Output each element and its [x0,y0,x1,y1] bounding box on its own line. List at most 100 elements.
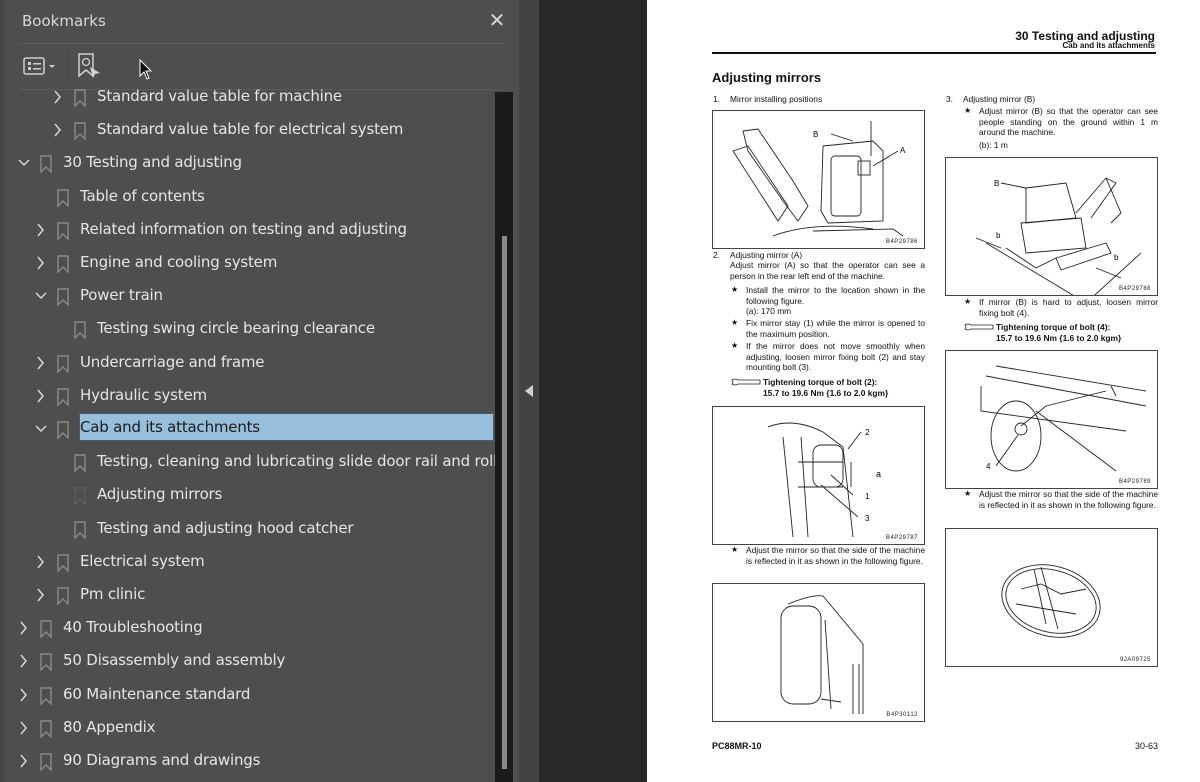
bookmark-label: Standard value table for machine [97,87,342,105]
note-value: (a): 170 mm [746,306,792,316]
options-menu-button[interactable] [22,54,60,78]
bookmark-item[interactable]: Standard value table for electrical syst… [4,114,496,147]
bookmark-item[interactable]: 30 Testing and adjusting [4,147,496,180]
bookmark-item[interactable]: Testing, cleaning and lubricating slide … [4,446,496,479]
figure-label-b: B [813,130,818,139]
chevron-right-icon[interactable] [35,588,47,602]
find-current-bookmark-icon [78,53,100,78]
bookmark-label: Testing swing circle bearing clearance [97,319,375,338]
torque-label: Tightening torque of bolt (4): [996,322,1111,332]
figure-label-2: 2 [865,428,870,437]
bookmark-item[interactable]: 80 Appendix [4,712,496,745]
divider [20,43,506,44]
bookmark-item[interactable]: Testing swing circle bearing clearance [4,313,496,346]
bookmark-label: Engine and cooling system [80,253,278,271]
bookmark-label: 30 Testing and adjusting [63,153,242,172]
note-text: If mirror (B) is hard to adjust, loosen … [979,297,1158,318]
round-mirror-reflection-illustration [1001,564,1101,638]
page-title: Adjusting mirrors [712,70,822,85]
chevron-right-icon[interactable] [35,223,47,237]
figure-code: B4P29788 [1118,286,1151,292]
footer-page-number: 30-63 [1134,741,1158,751]
bookmark-item[interactable]: Table of contents [4,181,496,214]
bookmark-item[interactable]: Electrical system [4,546,496,579]
chevron-right-icon[interactable] [35,555,47,569]
chevron-right-icon[interactable] [18,654,30,668]
bookmarks-panel: Bookmarks ✕ Standard value table for mac… [0,0,520,782]
bookmark-item[interactable]: Undercarriage and frame [4,347,496,380]
chevron-down-icon[interactable] [35,422,47,436]
mouse-cursor-icon [139,59,153,80]
bookmark-item[interactable]: 40 Troubleshooting [4,612,496,645]
chevron-right-icon[interactable] [52,123,64,137]
bookmark-label: Power train [80,286,163,305]
page-header-subtitle: Cab and its attachments [1062,41,1155,50]
bookmark-item[interactable]: Adjusting mirrors [4,479,496,512]
collapse-left-icon[interactable] [525,385,533,397]
bookmark-icon [57,421,69,439]
bookmark-icon [74,520,86,539]
step-heading: Adjusting mirror (A) [730,250,803,260]
figure-label-b-dim: b [1114,253,1119,262]
star-bullet-icon: ★ [964,297,972,306]
bookmark-item[interactable]: Engine and cooling system [4,247,496,280]
star-bullet-icon: ★ [964,489,972,498]
figure-mirror-a: 2 a 1 3 B4P29787 [712,406,925,545]
bookmark-label: Electrical system [80,551,205,570]
bookmark-label: Standard value table for electrical syst… [97,120,404,139]
bookmark-item[interactable]: Pm clinic [4,579,496,612]
bookmark-item[interactable]: 50 Disassembly and assembly [4,645,496,678]
step-intro: Adjust mirror (A) so that the operator c… [730,260,925,281]
torque-label: Tightening torque of bolt (2): [763,377,878,387]
chevron-right-icon[interactable] [18,621,30,635]
document-viewer-background [539,0,647,782]
chevron-right-icon[interactable] [18,721,30,735]
bookmark-icon [57,354,69,373]
bookmark-item[interactable]: Power train [4,280,496,313]
bookmark-item[interactable]: Hydraulic system [4,380,496,413]
panel-title: Bookmarks [22,12,106,30]
figure-label-3: 3 [865,514,870,523]
bookmark-item[interactable]: 90 Diagrams and drawings [4,745,496,778]
chevron-right-icon[interactable] [35,356,47,370]
bookmark-label: 90 Diagrams and drawings [63,751,261,769]
find-current-bookmark-button[interactable] [76,52,102,80]
figure-mirror-positions: B A B4P29786 [712,110,925,249]
step-heading: Mirror installing positions [730,94,823,104]
close-panel-button[interactable]: ✕ [484,8,510,34]
toolbar-separator [67,50,68,80]
step-number: 2. [713,250,720,260]
scrollbar-thumb[interactable] [502,236,507,769]
bookmark-item[interactable]: Cab and its attachments [4,413,496,446]
chevron-down-icon[interactable] [35,289,47,303]
bookmark-item[interactable]: 60 Maintenance standard [4,679,496,712]
panel-header: Bookmarks ✕ [22,8,510,44]
bookmarks-toolbar [20,50,506,84]
bookmark-item[interactable]: Standard value table for machine [4,81,496,114]
bookmark-label: 40 Troubleshooting [63,618,203,637]
chevron-right-icon[interactable] [35,256,47,270]
bookmark-icon [57,587,69,605]
bookmark-label: Pm clinic [80,585,146,603]
chevron-right-icon[interactable] [18,754,30,768]
bookmark-icon [40,720,52,738]
bookmark-icon [40,653,52,672]
bookmark-icon [74,122,86,141]
bookmark-icon [40,155,52,174]
bookmark-label: Testing, cleaning and lubricating slide … [97,452,496,471]
note-text: If the mirror does not move smoothly whe… [746,341,925,372]
bookmark-icon [57,288,69,307]
chevron-right-icon[interactable] [35,389,47,403]
figure-code: B4P29789 [1118,479,1151,485]
bookmark-icon [57,388,69,406]
chevron-right-icon[interactable] [52,90,64,104]
list-options-icon [23,57,55,75]
chevron-down-icon[interactable] [18,156,30,170]
wrench-icon [964,323,994,331]
bookmark-item[interactable]: Related information on testing and adjus… [4,214,496,247]
bookmark-label: 50 Disassembly and assembly [63,651,286,670]
bookmark-item[interactable]: Testing and adjusting hood catcher [4,513,496,546]
figure-code: B4P29786 [885,239,918,245]
bookmark-icon [40,620,52,639]
chevron-right-icon[interactable] [18,688,30,702]
